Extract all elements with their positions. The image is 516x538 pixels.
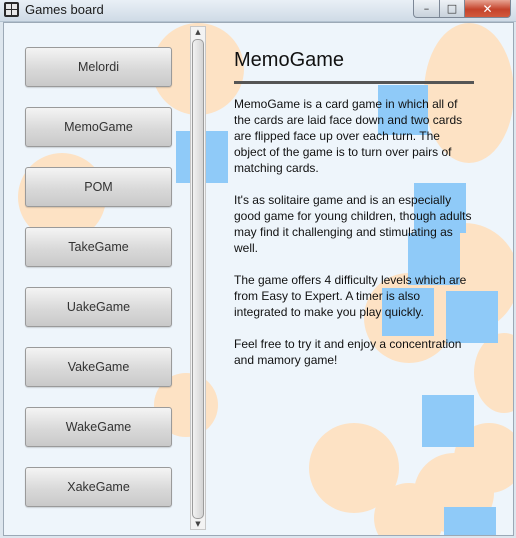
game-button-pom[interactable]: POM	[25, 167, 172, 207]
description-paragraph: Feel free to try it and enjoy a concentr…	[234, 337, 462, 367]
app-icon	[4, 2, 19, 17]
scroll-down-icon[interactable]: ▼	[191, 519, 205, 529]
decor-circle	[474, 333, 513, 413]
game-button-memogame[interactable]: MemoGame	[25, 107, 172, 147]
game-button-xakegame[interactable]: XakeGame	[25, 467, 172, 507]
game-title: MemoGame	[234, 49, 345, 71]
scroll-up-icon[interactable]: ▲	[191, 27, 205, 37]
games-board-panel: Melordi MemoGame POM TakeGame UakeGame V…	[3, 22, 514, 536]
close-button[interactable]: ✕	[465, 0, 511, 18]
game-description: MemoGame is a card game in which all of …	[234, 96, 472, 384]
list-scrollbar[interactable]: ▲ ▼	[190, 26, 206, 530]
decor-square	[422, 395, 474, 447]
decor-square	[444, 507, 496, 535]
title-divider	[234, 81, 474, 84]
app-window: Games board – □ ✕ Melordi MemoGame POM T…	[0, 0, 516, 538]
game-button-uakegame[interactable]: UakeGame	[25, 287, 172, 327]
games-list: Melordi MemoGame POM TakeGame UakeGame V…	[4, 23, 206, 535]
game-button-wakegame[interactable]: WakeGame	[25, 407, 172, 447]
minimize-button[interactable]: –	[413, 0, 440, 18]
game-button-takegame[interactable]: TakeGame	[25, 227, 172, 267]
game-button-melordi[interactable]: Melordi	[25, 47, 172, 87]
game-button-vakegame[interactable]: VakeGame	[25, 347, 172, 387]
scrollbar-thumb[interactable]	[192, 39, 204, 519]
window-title: Games board	[25, 2, 104, 17]
description-paragraph: The game offers 4 difficulty levels whic…	[234, 273, 467, 319]
title-bar[interactable]: Games board – □ ✕	[0, 0, 516, 22]
window-controls: – □ ✕	[413, 0, 511, 18]
description-paragraph: It's as solitaire game and is an especia…	[234, 193, 472, 255]
maximize-button[interactable]: □	[440, 0, 465, 18]
description-paragraph: MemoGame is a card game in which all of …	[234, 97, 463, 175]
